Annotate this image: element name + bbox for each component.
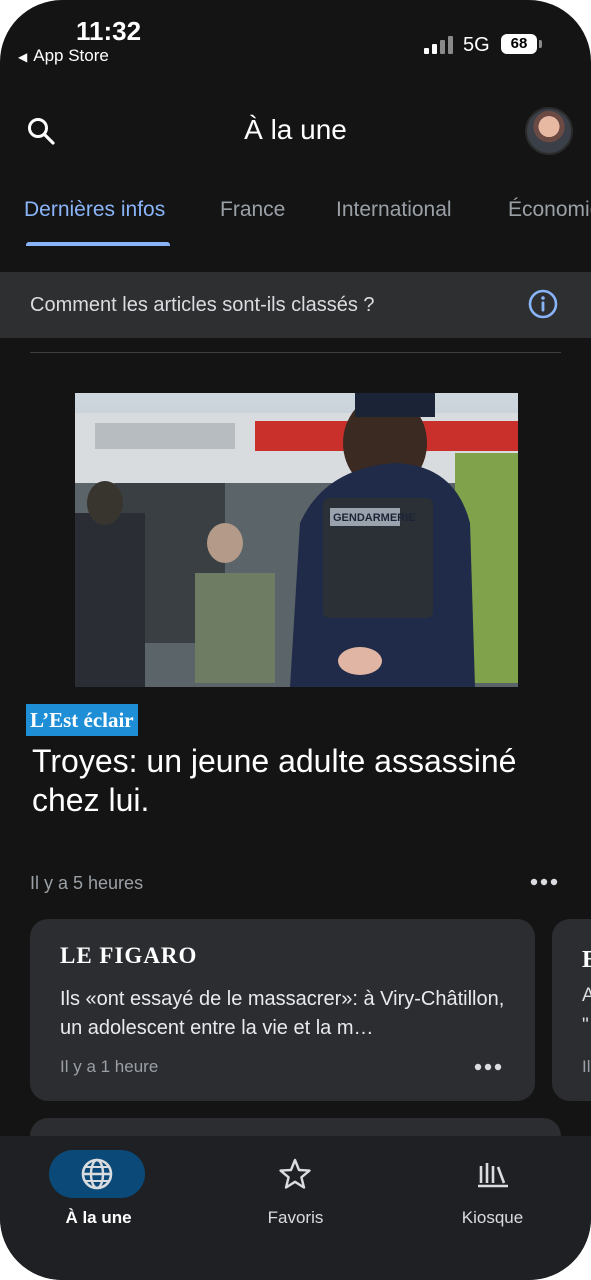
status-bar: 11:32 ◀ App Store 5G 68 <box>0 0 591 80</box>
battery-level: 68 <box>510 35 528 52</box>
top-story-time: Il y a 5 heures <box>30 873 144 893</box>
card-source: E <box>582 947 591 973</box>
nav-label: Kiosque <box>461 1208 524 1227</box>
newsstand-icon <box>478 1163 508 1188</box>
star-icon <box>279 1158 311 1189</box>
active-tab-indicator <box>26 242 170 246</box>
back-to-app-store[interactable]: ◀ App Store <box>18 46 109 66</box>
battery-icon: 68 <box>501 34 537 54</box>
tab-economie[interactable]: Économie <box>508 198 591 222</box>
battery-cap <box>539 40 542 48</box>
related-article-card[interactable]: E A " Il <box>552 919 591 1101</box>
category-tabs: Dernières infos France International Éco… <box>0 190 591 230</box>
top-story-headline[interactable]: Troyes: un jeune adulte assassiné chez l… <box>32 742 532 820</box>
back-arrow-icon: ◀ <box>18 50 28 64</box>
ranking-info-text: Comment les articles sont-ils classés ? <box>30 294 375 316</box>
source-logo-est-eclair: L’Est éclair <box>26 704 138 736</box>
related-article-card[interactable]: LE FIGARO Ils «ont essayé de le massacre… <box>30 919 535 1101</box>
card-title: " <box>582 1015 589 1036</box>
nav-label: À la une <box>65 1208 132 1227</box>
nav-a-la-une[interactable]: À la une <box>0 1136 197 1280</box>
back-label: App Store <box>33 46 109 65</box>
card-title: A <box>582 985 591 1006</box>
card-time: Il y a 1 heure <box>60 1057 159 1076</box>
nav-favoris[interactable]: Favoris <box>197 1136 394 1280</box>
app-screen: 11:32 ◀ App Store 5G 68 À la une Dernière… <box>0 0 591 1280</box>
tab-dernieres-infos[interactable]: Dernières infos <box>24 198 165 222</box>
signal-icon <box>424 36 454 54</box>
more-options-icon[interactable] <box>472 1055 504 1079</box>
globe-icon <box>81 1158 113 1190</box>
ranking-info-banner[interactable]: Comment les articles sont-ils classés ? <box>0 272 591 338</box>
bottom-navigation: À la une Favoris Kiosque <box>0 1136 591 1280</box>
card-title: Ils «ont essayé de le massacrer»: à Viry… <box>60 988 505 1039</box>
status-time: 11:32 <box>76 16 142 46</box>
source-logo-le-figaro: LE FIGARO <box>60 943 198 968</box>
divider <box>30 352 561 353</box>
network-type: 5G <box>463 34 490 56</box>
nav-kiosque[interactable]: Kiosque <box>394 1136 591 1280</box>
tab-international[interactable]: International <box>336 198 452 222</box>
card-time: Il <box>582 1057 591 1076</box>
info-icon[interactable] <box>527 288 559 320</box>
top-story-image[interactable]: GENDARMERIE <box>75 393 518 687</box>
page-title: À la une <box>244 114 347 145</box>
tab-france[interactable]: France <box>220 198 285 222</box>
hero-badge-text: GENDARMERIE <box>333 512 416 524</box>
more-options-icon[interactable] <box>528 870 560 894</box>
nav-label: Favoris <box>267 1208 324 1227</box>
avatar[interactable] <box>525 107 573 155</box>
